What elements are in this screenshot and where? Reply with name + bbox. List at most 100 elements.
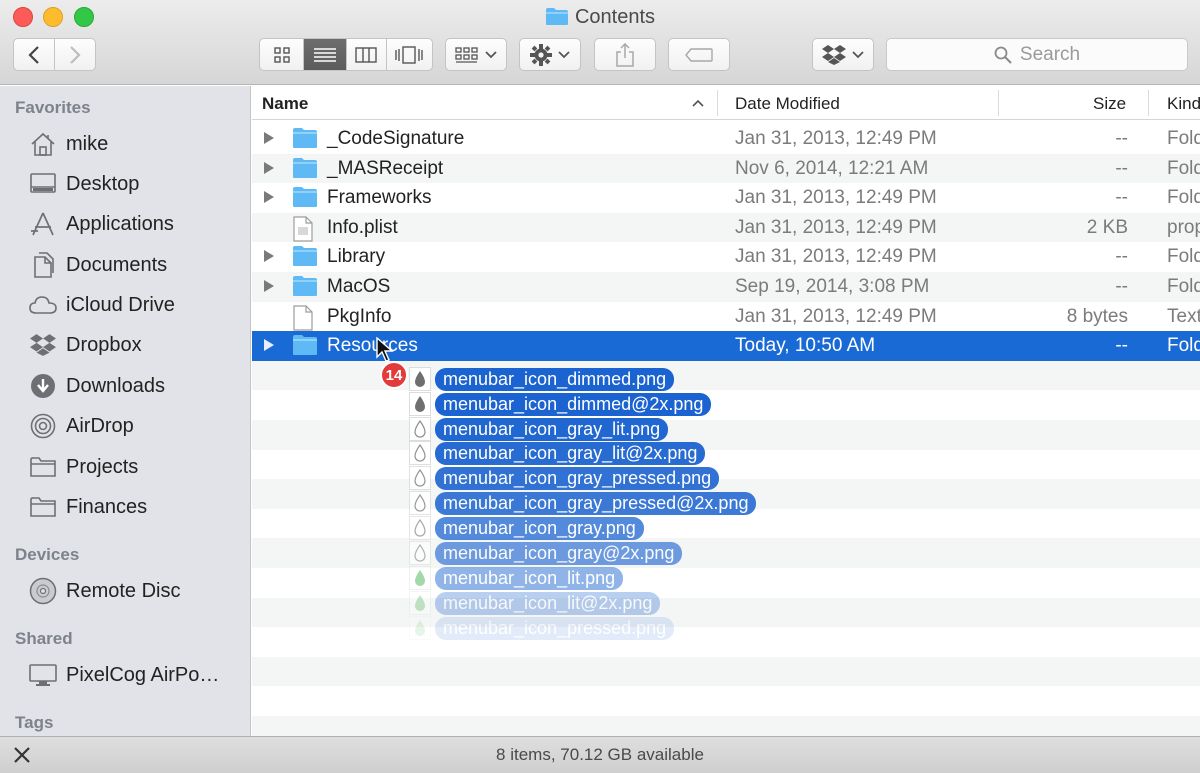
drag-item-label: menubar_icon_lit@2x.png: [435, 591, 661, 615]
downloads-icon: [28, 371, 58, 401]
sidebar-item-downloads[interactable]: Downloads: [28, 371, 165, 401]
sidebar-item-label: Downloads: [66, 374, 165, 397]
forward-button[interactable]: [55, 39, 96, 70]
chevron-down-icon: [558, 50, 570, 58]
file-name: _CodeSignature: [327, 128, 465, 149]
file-date: Jan 31, 2013, 12:49 PM: [735, 187, 937, 209]
file-size: --: [1115, 335, 1128, 357]
view-mode-control: [259, 38, 433, 71]
dropbox-button[interactable]: [812, 38, 874, 71]
chevron-left-icon: [28, 45, 39, 64]
sidebar-item-label: Projects: [66, 455, 139, 478]
sidebar-item-documents[interactable]: Documents: [28, 250, 167, 280]
back-button[interactable]: [14, 39, 55, 70]
column-divider[interactable]: [1148, 90, 1149, 116]
cover-flow-view-icon: [395, 45, 423, 64]
search-field[interactable]: Search: [886, 38, 1188, 71]
file-name: Frameworks: [327, 187, 432, 209]
sidebar-item-pixelcog-airport[interactable]: PixelCog AirPo…: [28, 660, 219, 690]
share-icon: [616, 42, 634, 67]
list-view-button[interactable]: [304, 39, 347, 70]
png-file-icon: [409, 367, 431, 391]
folder-icon: [28, 492, 58, 522]
cover-flow-view-button[interactable]: [387, 39, 432, 70]
folder-icon: [545, 7, 569, 32]
table-row[interactable]: Info.plist Jan 31, 2013, 12:49 PM 2 KB p…: [252, 212, 1200, 243]
drag-item-label: menubar_icon_dimmed@2x.png: [435, 392, 712, 416]
sidebar-item-airdrop[interactable]: AirDrop: [28, 411, 134, 441]
column-view-button[interactable]: [347, 39, 387, 70]
disclosure-triangle-icon[interactable]: [264, 339, 274, 352]
folder-icon: [292, 245, 318, 273]
table-row[interactable]: _CodeSignature Jan 31, 2013, 12:49 PM --…: [252, 124, 1200, 154]
drag-item-label: menubar_icon_gray_pressed.png: [435, 466, 720, 490]
file-size: 8 bytes: [1066, 305, 1128, 327]
column-header-date-modified[interactable]: Date Modified: [735, 94, 840, 114]
column-header-name[interactable]: Name: [262, 94, 308, 114]
file-kind: Folder: [1167, 335, 1200, 357]
chevron-down-icon: [852, 50, 864, 58]
table-row[interactable]: MacOS Sep 19, 2014, 3:08 PM -- Folder: [252, 272, 1200, 302]
action-button[interactable]: [519, 38, 581, 71]
sidebar-item-remote-disc[interactable]: Remote Disc: [28, 576, 180, 606]
folder-icon: [292, 157, 318, 185]
applications-icon: [28, 209, 58, 239]
file-date: Sep 19, 2014, 3:08 PM: [735, 276, 930, 297]
column-divider[interactable]: [717, 90, 718, 116]
column-header-size[interactable]: Size: [1093, 94, 1126, 114]
drag-count-badge: 14: [380, 361, 408, 389]
arrange-button[interactable]: [445, 38, 507, 71]
table-row[interactable]: Library Jan 31, 2013, 12:49 PM -- Folder: [252, 242, 1200, 272]
folder-icon: [292, 186, 318, 214]
status-text: 8 items, 70.12 GB available: [496, 745, 704, 764]
table-row[interactable]: PkgInfo Jan 31, 2013, 12:49 PM 8 bytes T…: [252, 302, 1200, 332]
png-file-icon: [409, 566, 431, 590]
icon-view-button[interactable]: [260, 39, 305, 70]
drag-item: menubar_icon_gray@2x.png: [409, 541, 683, 565]
home-icon: [28, 129, 58, 159]
share-button[interactable]: [594, 38, 656, 71]
file-name: Library: [327, 246, 386, 268]
sidebar-item-label: Remote Disc: [66, 579, 181, 602]
file-date: Today, 10:50 AM: [735, 335, 876, 357]
sidebar-item-icloud-drive[interactable]: iCloud Drive: [28, 290, 175, 320]
disclosure-triangle-icon[interactable]: [264, 191, 274, 204]
drag-item-label: menubar_icon_gray@2x.png: [435, 541, 683, 565]
disclosure-triangle-icon[interactable]: [264, 132, 274, 144]
file-name: Info.plist: [327, 216, 398, 238]
sidebar-item-dropbox[interactable]: Dropbox: [28, 330, 142, 360]
sidebar-item-label: Finances: [66, 495, 148, 518]
png-file-icon: [409, 466, 431, 490]
table-row[interactable]: Frameworks Jan 31, 2013, 12:49 PM -- Fol…: [252, 183, 1200, 213]
empty-row: [252, 716, 1200, 736]
png-file-icon: [409, 516, 431, 540]
sidebar-item-mike[interactable]: mike: [28, 129, 108, 159]
file-size: 2 KB: [1086, 216, 1128, 238]
disc-icon: [28, 576, 58, 606]
folder-icon: [292, 334, 318, 362]
empty-row: [252, 597, 1200, 628]
sidebar-item-projects[interactable]: Projects: [28, 452, 138, 482]
file-kind: Folder: [1167, 246, 1200, 268]
sidebar: Favorites mike Desktop Applications Docu…: [0, 86, 251, 736]
sort-ascending-icon: [692, 99, 704, 107]
dropbox-icon: [822, 44, 846, 65]
disclosure-triangle-icon[interactable]: [264, 161, 274, 174]
desktop-icon: [28, 169, 58, 199]
drag-item: menubar_icon_dimmed@2x.png: [409, 392, 712, 416]
sidebar-item-desktop[interactable]: Desktop: [28, 169, 139, 199]
sidebar-section-tags: Tags: [15, 713, 54, 732]
table-row-selected[interactable]: Resources Today, 10:50 AM -- Folder: [252, 331, 1200, 361]
drag-item: menubar_icon_gray_lit.png: [409, 417, 669, 441]
file-size: --: [1115, 187, 1128, 209]
sidebar-section-devices: Devices: [15, 545, 80, 564]
sidebar-item-finances[interactable]: Finances: [28, 492, 147, 522]
disclosure-triangle-icon[interactable]: [264, 250, 274, 263]
column-header-kind[interactable]: Kind: [1167, 94, 1200, 114]
edit-tags-button[interactable]: [668, 38, 730, 71]
sidebar-item-applications[interactable]: Applications: [28, 209, 174, 239]
table-row[interactable]: _MASReceipt Nov 6, 2014, 12:21 AM -- Fol…: [252, 153, 1200, 185]
column-divider[interactable]: [998, 90, 999, 116]
cloud-icon: [28, 290, 58, 320]
disclosure-triangle-icon[interactable]: [264, 280, 274, 292]
